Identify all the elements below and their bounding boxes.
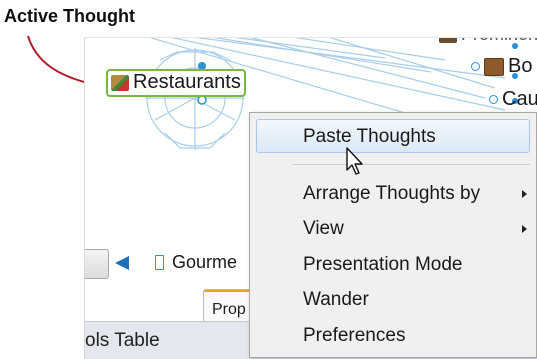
mouse-pointer-icon [346,147,363,175]
active-thought-restaurants[interactable]: Restaurants [106,69,246,97]
menu-item-label: Presentation Mode [303,254,463,275]
submenu-arrow-icon [522,190,527,198]
menu-item-arrange-thoughts-by[interactable]: Arrange Thoughts by [250,177,536,211]
node-connector-icon [489,95,498,104]
thought-caus[interactable]: Caus [489,88,537,111]
back-arrow-icon[interactable] [115,256,129,270]
thought-icon [439,38,457,43]
tab-properties[interactable]: Prop [203,289,255,321]
thought-bo[interactable]: Bo [471,55,532,78]
thought-label: Caus [502,88,537,110]
menu-item-label: Wander [303,289,369,310]
scroll-back-button[interactable] [85,249,109,279]
thought-label: Bo [508,55,533,77]
menu-item-label: Preferences [303,325,406,346]
menu-item-presentation-mode[interactable]: Presentation Mode [250,248,536,282]
document-icon [155,255,164,270]
submenu-arrow-icon [522,225,527,233]
thought-prominent[interactable]: Prominent [439,38,537,45]
menu-item-label: Paste Thoughts [303,126,436,147]
node-connector-icon [471,62,480,71]
menu-item-preferences[interactable]: Preferences [250,319,536,353]
thought-label: Prominent [461,38,537,45]
book-icon [484,57,504,76]
menu-item-view[interactable]: View [250,212,536,246]
thought-label: Restaurants [133,71,241,93]
menu-item-wander[interactable]: Wander [250,283,536,317]
menu-item-paste-thoughts[interactable]: Paste Thoughts [256,119,530,153]
active-thought-annotation: Active Thought [4,6,135,26]
context-menu: Paste Thoughts Arrange Thoughts by View … [249,112,537,358]
menu-item-label: View [303,218,344,239]
menu-separator [292,164,530,165]
thought-label: Gourme [172,252,238,272]
restaurant-icon [111,74,129,91]
thought-gourmet[interactable]: Gourme [155,252,237,273]
tools-table-label[interactable]: ols Table [85,330,160,352]
menu-item-label: Arrange Thoughts by [303,183,481,204]
